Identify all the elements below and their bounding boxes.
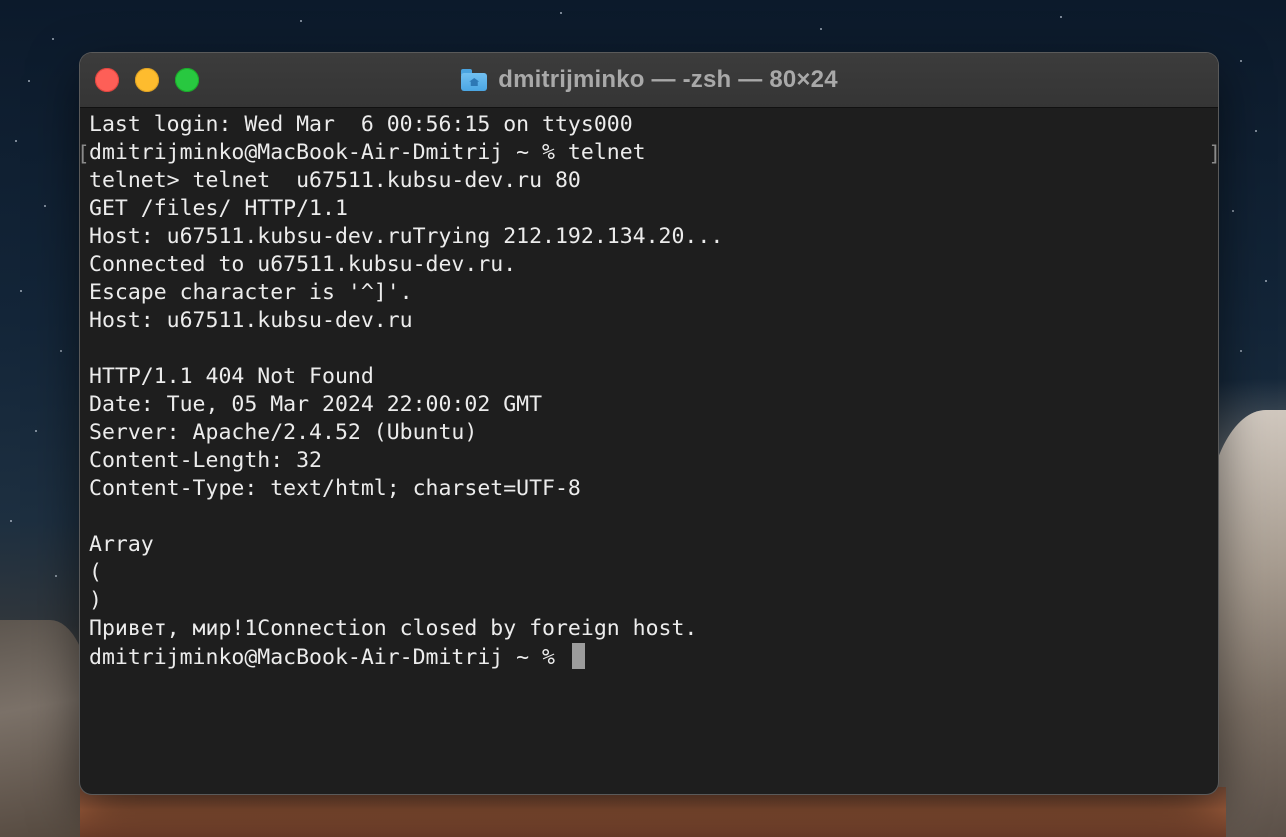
star [55, 575, 57, 577]
terminal-output[interactable]: Last login: Wed Mar 6 00:56:15 on ttys00… [89, 111, 1208, 784]
terminal-line: ( [89, 560, 102, 585]
star [52, 38, 54, 40]
rock-formation [80, 787, 1226, 837]
terminal-line: Content-Type: text/html; charset=UTF-8 [89, 476, 581, 501]
terminal-line: dmitrijminko@MacBook-Air-Dmitrij ~ % tel… [89, 140, 646, 165]
terminal-line: Server: Apache/2.4.52 (Ubuntu) [89, 420, 478, 445]
terminal-line: Array [89, 532, 154, 557]
rock-formation [0, 620, 90, 837]
star [10, 520, 12, 522]
prompt-line[interactable]: dmitrijminko@MacBook-Air-Dmitrij ~ % [89, 643, 1208, 671]
terminal-line: Привет, мир!1Connection closed by foreig… [89, 616, 698, 641]
star [1240, 350, 1242, 352]
terminal-line: Connected to u67511.kubsu-dev.ru. [89, 252, 517, 277]
terminal-line: Last login: Wed Mar 6 00:56:15 on ttys00… [89, 112, 633, 137]
window-title: dmitrijminko — -zsh — 80×24 [498, 66, 838, 93]
star [1265, 280, 1267, 282]
star [20, 290, 22, 292]
terminal-line: GET /files/ HTTP/1.1 [89, 196, 348, 221]
title-bar[interactable]: dmitrijminko — -zsh — 80×24 [80, 53, 1218, 108]
star [28, 80, 30, 82]
window-title-group: dmitrijminko — -zsh — 80×24 [80, 65, 1218, 95]
star [1255, 130, 1257, 132]
star [560, 12, 562, 14]
home-folder-icon [460, 68, 488, 92]
terminal-line: HTTP/1.1 404 Not Found [89, 364, 374, 389]
star [1240, 60, 1242, 62]
star [1060, 16, 1062, 18]
terminal-line: Host: u67511.kubsu-dev.ru [89, 308, 413, 333]
star [820, 28, 822, 30]
terminal-line: Content-Length: 32 [89, 448, 322, 473]
terminal-line: Escape character is '^]'. [89, 280, 413, 305]
terminal-window[interactable]: dmitrijminko — -zsh — 80×24 [ ] Last log… [80, 53, 1218, 794]
rock-formation [1206, 410, 1286, 837]
star [60, 350, 62, 352]
star [35, 430, 37, 432]
terminal-line: telnet> telnet u67511.kubsu-dev.ru 80 [89, 168, 581, 193]
star [44, 205, 46, 207]
terminal-line: Host: u67511.kubsu-dev.ruTrying 212.192.… [89, 224, 724, 249]
terminal-line: ) [89, 588, 102, 613]
star [1232, 210, 1234, 212]
text-cursor [571, 643, 585, 669]
star [300, 20, 302, 22]
prompt-text: dmitrijminko@MacBook-Air-Dmitrij ~ % [89, 645, 568, 670]
mark-bracket-right: ] [1208, 140, 1218, 168]
terminal-line: Date: Tue, 05 Mar 2024 22:00:02 GMT [89, 392, 543, 417]
star [15, 140, 17, 142]
